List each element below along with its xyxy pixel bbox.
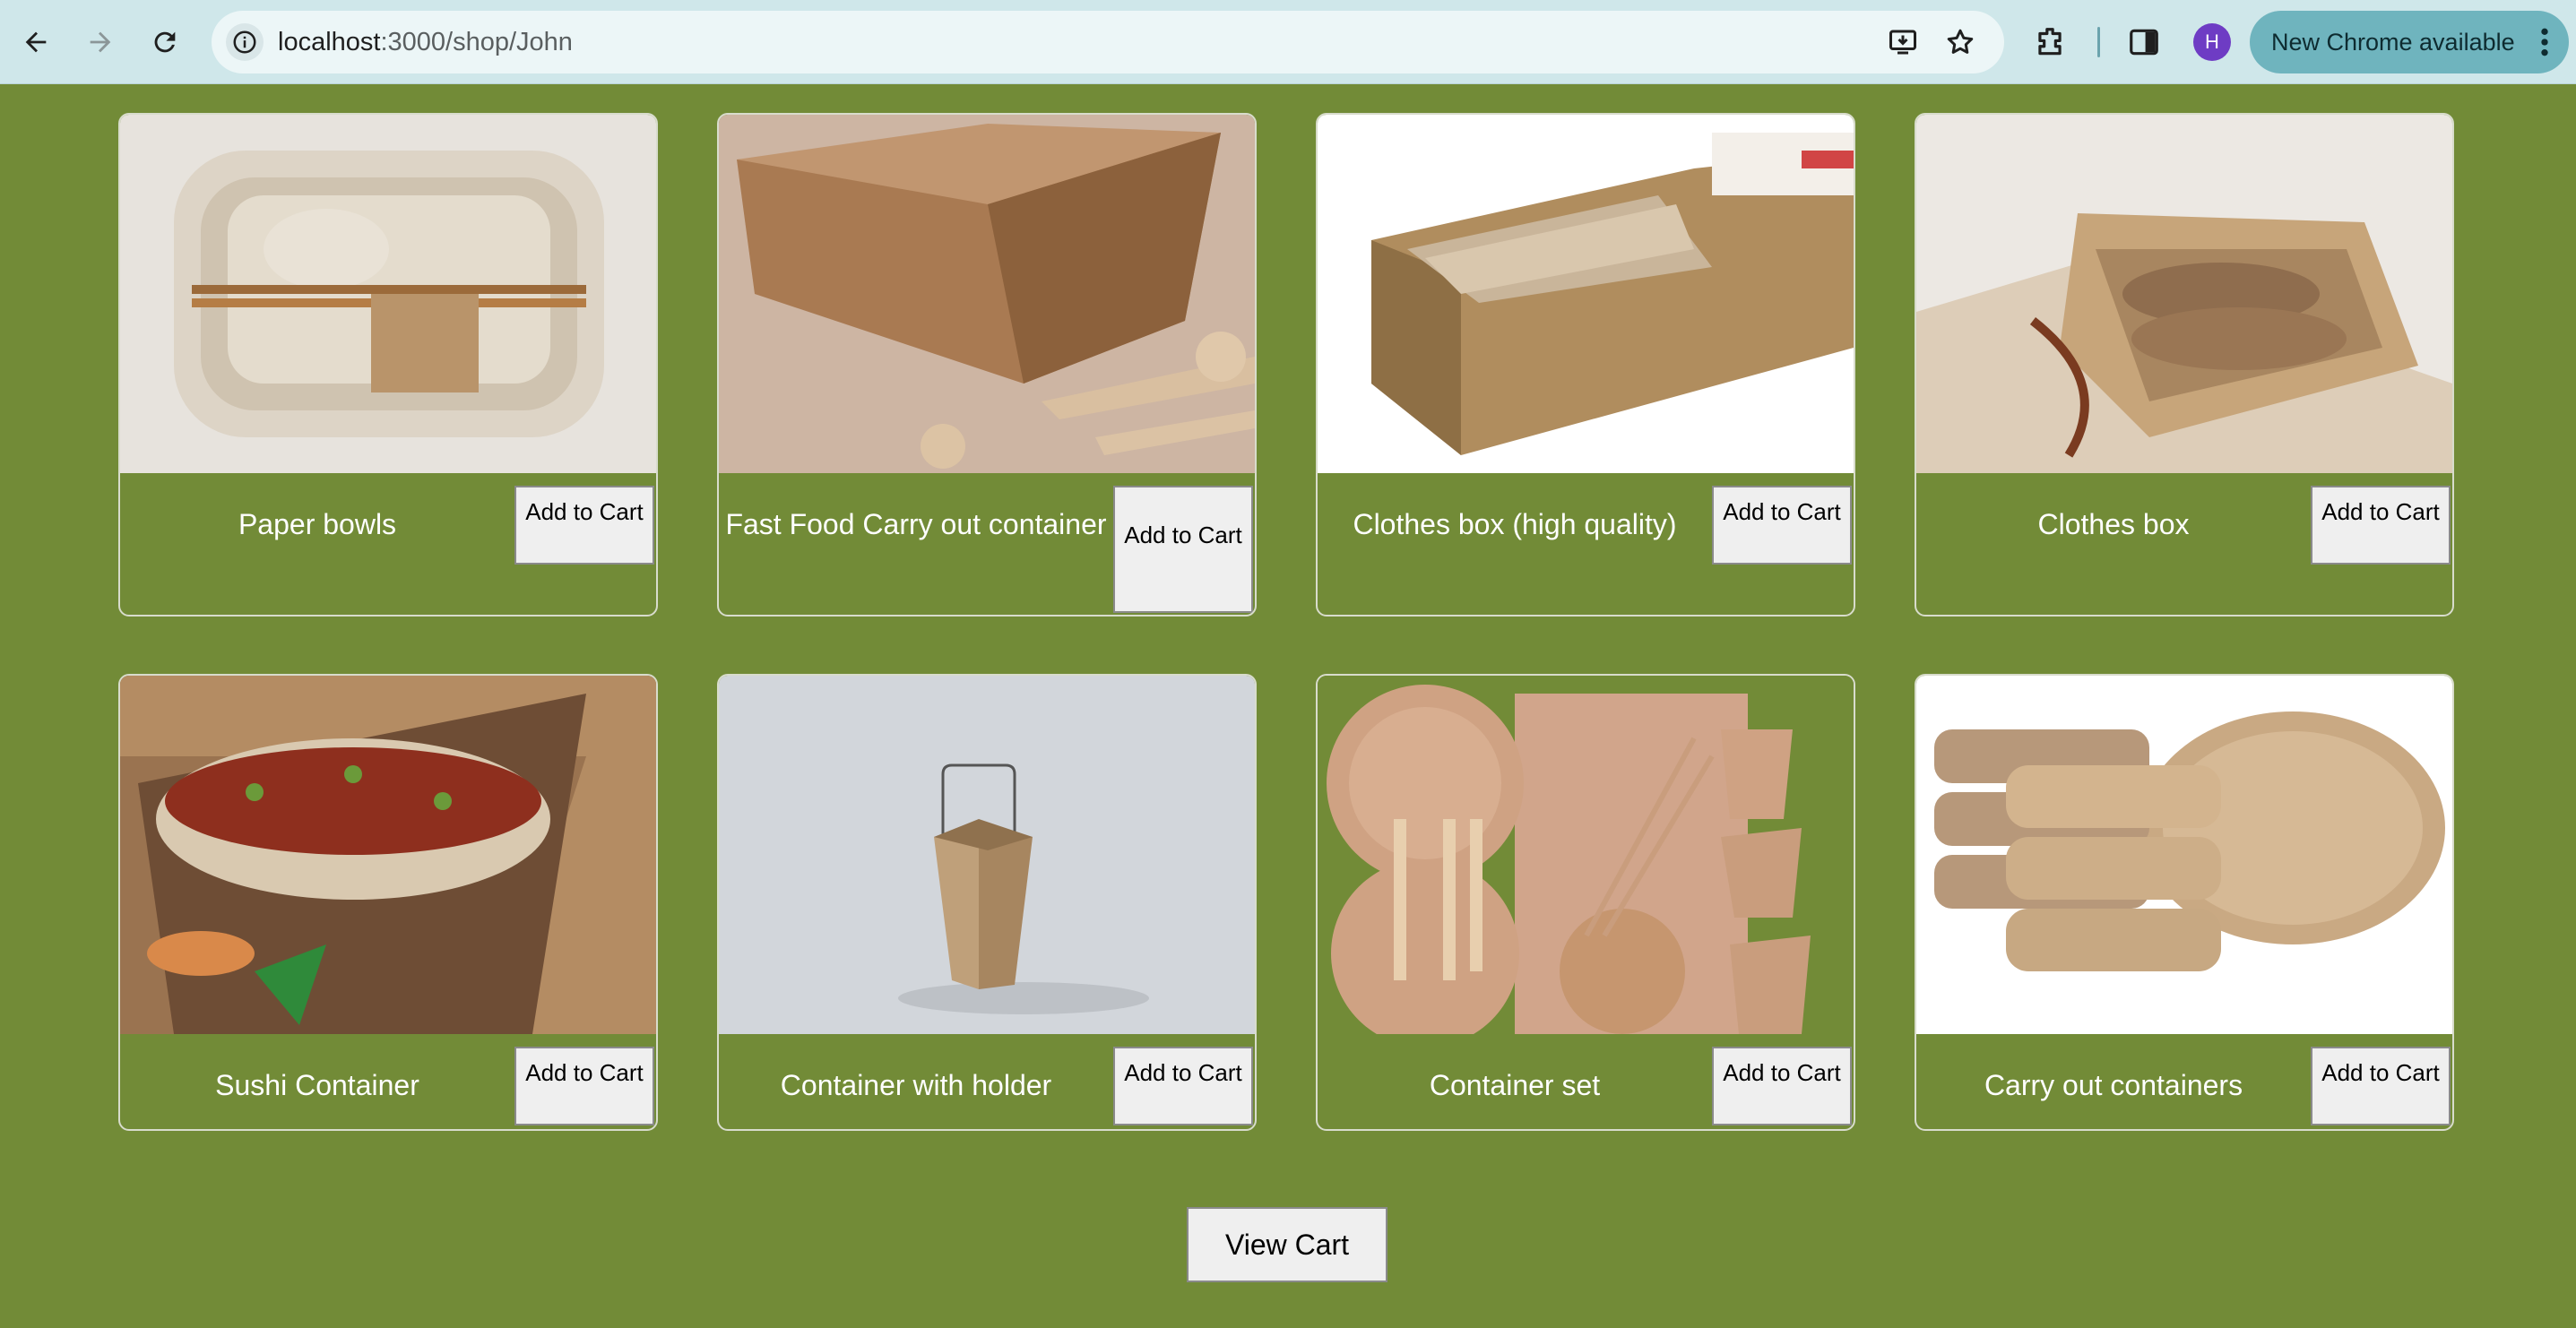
product-card: Clothes box Add to Cart [1915,113,2454,617]
side-panel-icon[interactable] [2120,18,2168,66]
product-image-paper-bowls [120,115,656,473]
reload-button[interactable] [140,17,190,67]
forward-button[interactable] [75,17,125,67]
add-to-cart-button[interactable]: Add to Cart [1113,1047,1253,1125]
add-to-cart-button[interactable]: Add to Cart [1113,486,1253,613]
product-card: Paper bowls Add to Cart [118,113,658,617]
product-image-carry-out-containers [1916,676,2452,1034]
product-card: Clothes box (high quality) Add to Cart [1316,113,1855,617]
url-path: :3000/shop/John [380,28,573,56]
update-label: New Chrome available [2271,29,2515,56]
product-image-fast-food-container [719,115,1255,473]
product-image-clothes-box-hq [1318,115,1854,473]
add-to-cart-button[interactable]: Add to Cart [1712,1047,1852,1125]
product-card: Carry out containers Add to Cart [1915,674,2454,1131]
product-image-sushi-container [120,676,656,1034]
add-to-cart-button[interactable]: Add to Cart [514,1047,654,1125]
product-image-clothes-box [1916,115,2452,473]
product-card: Fast Food Carry out container Add to Car… [717,113,1257,617]
profile-avatar[interactable]: H [2193,23,2231,61]
url-host: localhost [278,28,381,56]
product-name: Clothes box (high quality) [1353,508,1677,540]
site-info-icon[interactable] [226,23,264,61]
bookmark-star-icon[interactable] [1941,23,1979,61]
product-image-container-with-holder [719,676,1255,1034]
url-text: localhost:3000/shop/John [278,11,573,73]
product-name: Sushi Container [215,1069,419,1101]
product-name: Carry out containers [1984,1069,2243,1101]
product-name: Container with holder [780,1069,1052,1101]
view-cart-button[interactable]: View Cart [1187,1207,1387,1282]
product-card: Container with holder Add to Cart [717,674,1257,1131]
add-to-cart-button[interactable]: Add to Cart [2311,486,2451,565]
address-bar[interactable]: localhost:3000/shop/John [212,11,2004,73]
toolbar-divider [2097,27,2100,57]
add-to-cart-button[interactable]: Add to Cart [2311,1047,2451,1125]
install-app-icon[interactable] [1884,23,1922,61]
arrow-right-icon [90,31,111,53]
reload-icon [154,31,176,53]
product-card: Sushi Container Add to Cart [118,674,658,1131]
arrow-left-icon [25,31,47,53]
extensions-icon[interactable] [2026,18,2074,66]
product-image-container-set [1318,676,1854,1034]
browser-toolbar: localhost:3000/shop/John H New Chrome av… [0,0,2576,84]
add-to-cart-button[interactable]: Add to Cart [1712,486,1852,565]
product-name: Fast Food Carry out container [725,508,1107,540]
product-name: Container set [1429,1069,1601,1101]
more-vertical-icon[interactable] [2540,27,2549,57]
product-name: Clothes box [2037,508,2190,540]
product-card: Container set Add to Cart [1316,674,1855,1131]
back-button[interactable] [11,17,61,67]
new-chrome-available-button[interactable]: New Chrome available [2250,11,2569,73]
product-name: Paper bowls [238,508,397,540]
add-to-cart-button[interactable]: Add to Cart [514,486,654,565]
